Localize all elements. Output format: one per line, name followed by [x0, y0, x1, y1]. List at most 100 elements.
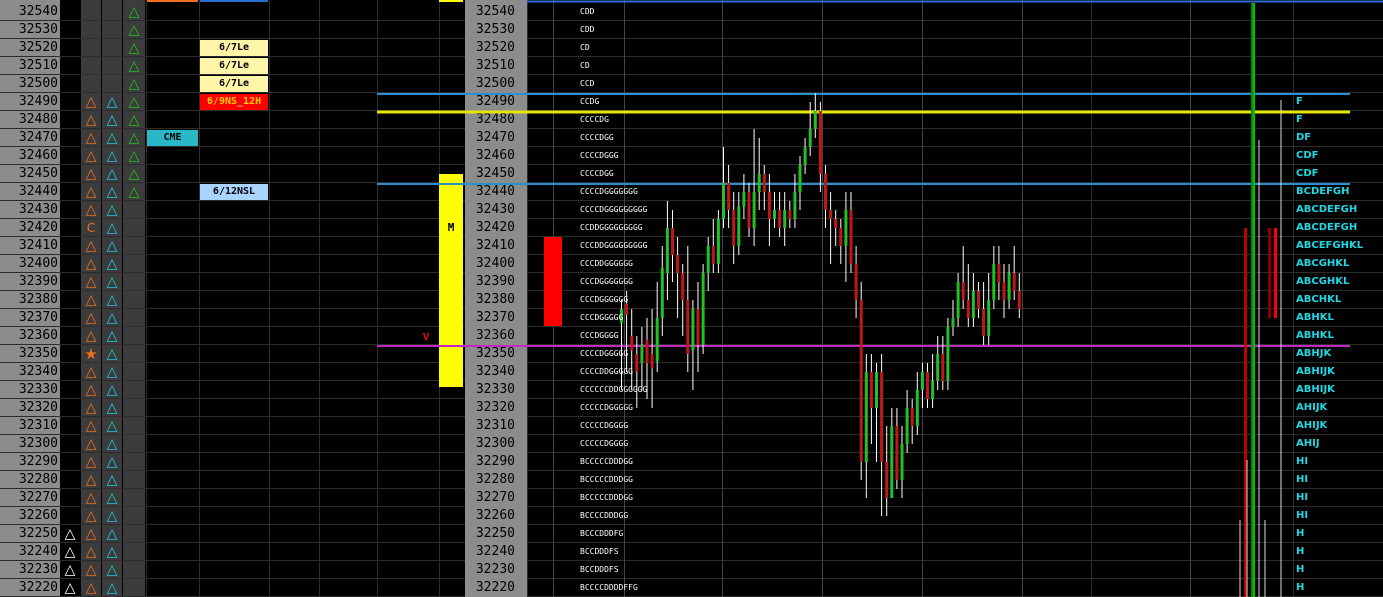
- candle: [890, 408, 894, 498]
- candle: [722, 147, 725, 228]
- price-chart: [377, 3, 1350, 597]
- period-row: ABCEFGHKL: [1296, 240, 1364, 251]
- candle: [752, 129, 756, 246]
- period-row: H: [1296, 582, 1305, 593]
- candle: [716, 210, 720, 273]
- candle: [818, 102, 822, 192]
- candle: [987, 273, 991, 345]
- period-row: ABHJK: [1296, 348, 1332, 359]
- period-row: AHIJK: [1296, 420, 1328, 431]
- tpo-row: CCCDDGGGGGG: [580, 259, 633, 268]
- period-row: HI: [1296, 474, 1309, 485]
- candle: [900, 426, 904, 498]
- candle: [992, 246, 996, 309]
- period-row: ABHKL: [1296, 330, 1334, 341]
- candle: [1007, 264, 1011, 309]
- candle: [956, 273, 960, 327]
- range-bar: [1253, 3, 1255, 597]
- candle: [905, 390, 909, 453]
- candle: [808, 102, 812, 156]
- period-row: ABCGHKL: [1296, 258, 1350, 269]
- candle: [977, 282, 980, 318]
- tpo-row: CCCDGGGG: [580, 331, 619, 340]
- range-bar: [1268, 228, 1271, 318]
- candle: [915, 372, 919, 435]
- period-row: AHIJK: [1296, 402, 1328, 413]
- candle: [931, 354, 935, 408]
- candle: [936, 336, 940, 390]
- candle: [844, 192, 848, 282]
- candle: [650, 309, 654, 408]
- tpo-row: CCCCDGG: [580, 133, 614, 142]
- candle: [854, 246, 858, 318]
- candle: [706, 237, 710, 291]
- candle: [803, 138, 807, 174]
- tpo-row: CCCCDGG: [580, 169, 614, 178]
- session-candle: [544, 237, 562, 326]
- candle: [1017, 273, 1021, 318]
- tpo-row: CCCCDGGGGG: [580, 349, 629, 358]
- tpo-row: CCDG: [580, 97, 600, 106]
- candle: [966, 264, 970, 327]
- period-row: AHIJ: [1296, 438, 1320, 449]
- candle: [1002, 264, 1006, 318]
- candle: [926, 363, 929, 408]
- tpo-row: BCCCCCDDDGG: [580, 493, 633, 502]
- candle: [757, 138, 761, 210]
- period-row: ABHKL: [1296, 312, 1334, 323]
- tpo-row: BCCCDDDFG: [580, 529, 624, 538]
- period-row: CDF: [1296, 168, 1319, 179]
- candle: [869, 354, 873, 444]
- period-row: ABCDEFGH: [1296, 222, 1358, 233]
- market-profile-window: 32540 32530 32520 32510 32500 32490 32480 32470…: [0, 0, 1383, 597]
- candle: [701, 264, 705, 354]
- candle: [849, 192, 853, 273]
- candle: [813, 93, 817, 138]
- tpo-row: CCCCDDGGGGG: [580, 367, 633, 376]
- candle: [747, 183, 751, 237]
- candle: [895, 408, 899, 489]
- tpo-row: CCCCCCDDGGGGGG: [580, 385, 648, 394]
- candle: [686, 246, 690, 372]
- candle: [839, 219, 843, 264]
- candle: [824, 165, 827, 228]
- tpo-row: CCCCDGGGGGGG: [580, 187, 638, 196]
- candle: [885, 426, 889, 516]
- candle: [1012, 246, 1016, 300]
- tpo-row: CCCDGGGGGGG: [580, 277, 633, 286]
- period-row: H: [1296, 528, 1305, 539]
- candle: [859, 282, 863, 480]
- tpo-row: CCCCDG: [580, 115, 609, 124]
- period-row: ABHIJK: [1296, 384, 1335, 395]
- candle: [971, 273, 975, 327]
- candle: [681, 264, 685, 336]
- candle: [941, 336, 945, 390]
- candle: [920, 363, 924, 408]
- period-row: H: [1296, 564, 1305, 575]
- candle: [783, 192, 787, 246]
- tpo-row: CDD: [580, 7, 595, 16]
- candle: [875, 363, 878, 462]
- tpo-row: CCCDGGGGGG: [580, 295, 629, 304]
- period-row: F: [1296, 96, 1303, 107]
- tpo-row: CD: [580, 61, 590, 70]
- candle: [660, 246, 664, 336]
- tpo-row: CCD: [580, 79, 595, 88]
- candle: [762, 165, 766, 210]
- period-row: BCDEFGH: [1296, 186, 1350, 197]
- range-bar: [1251, 3, 1253, 597]
- tpo-row: CCCDGGGGG: [580, 313, 624, 322]
- tpo-row: CCCCDGGG: [580, 151, 619, 160]
- candle: [778, 192, 782, 237]
- period-row: HI: [1296, 492, 1309, 503]
- candle: [829, 192, 833, 264]
- tpo-row: BCCDDDFS: [580, 547, 619, 556]
- period-row: CDF: [1296, 150, 1319, 161]
- candle: [691, 300, 695, 390]
- tpo-row: BCCCCCDDDGG: [580, 475, 633, 484]
- candle: [793, 174, 797, 228]
- candle: [727, 165, 731, 228]
- tpo-row: CCCCCDGGGGG: [580, 403, 633, 412]
- period-row: ABCGHKL: [1296, 276, 1350, 287]
- tpo-row: CCCCCDGGGG: [580, 439, 629, 448]
